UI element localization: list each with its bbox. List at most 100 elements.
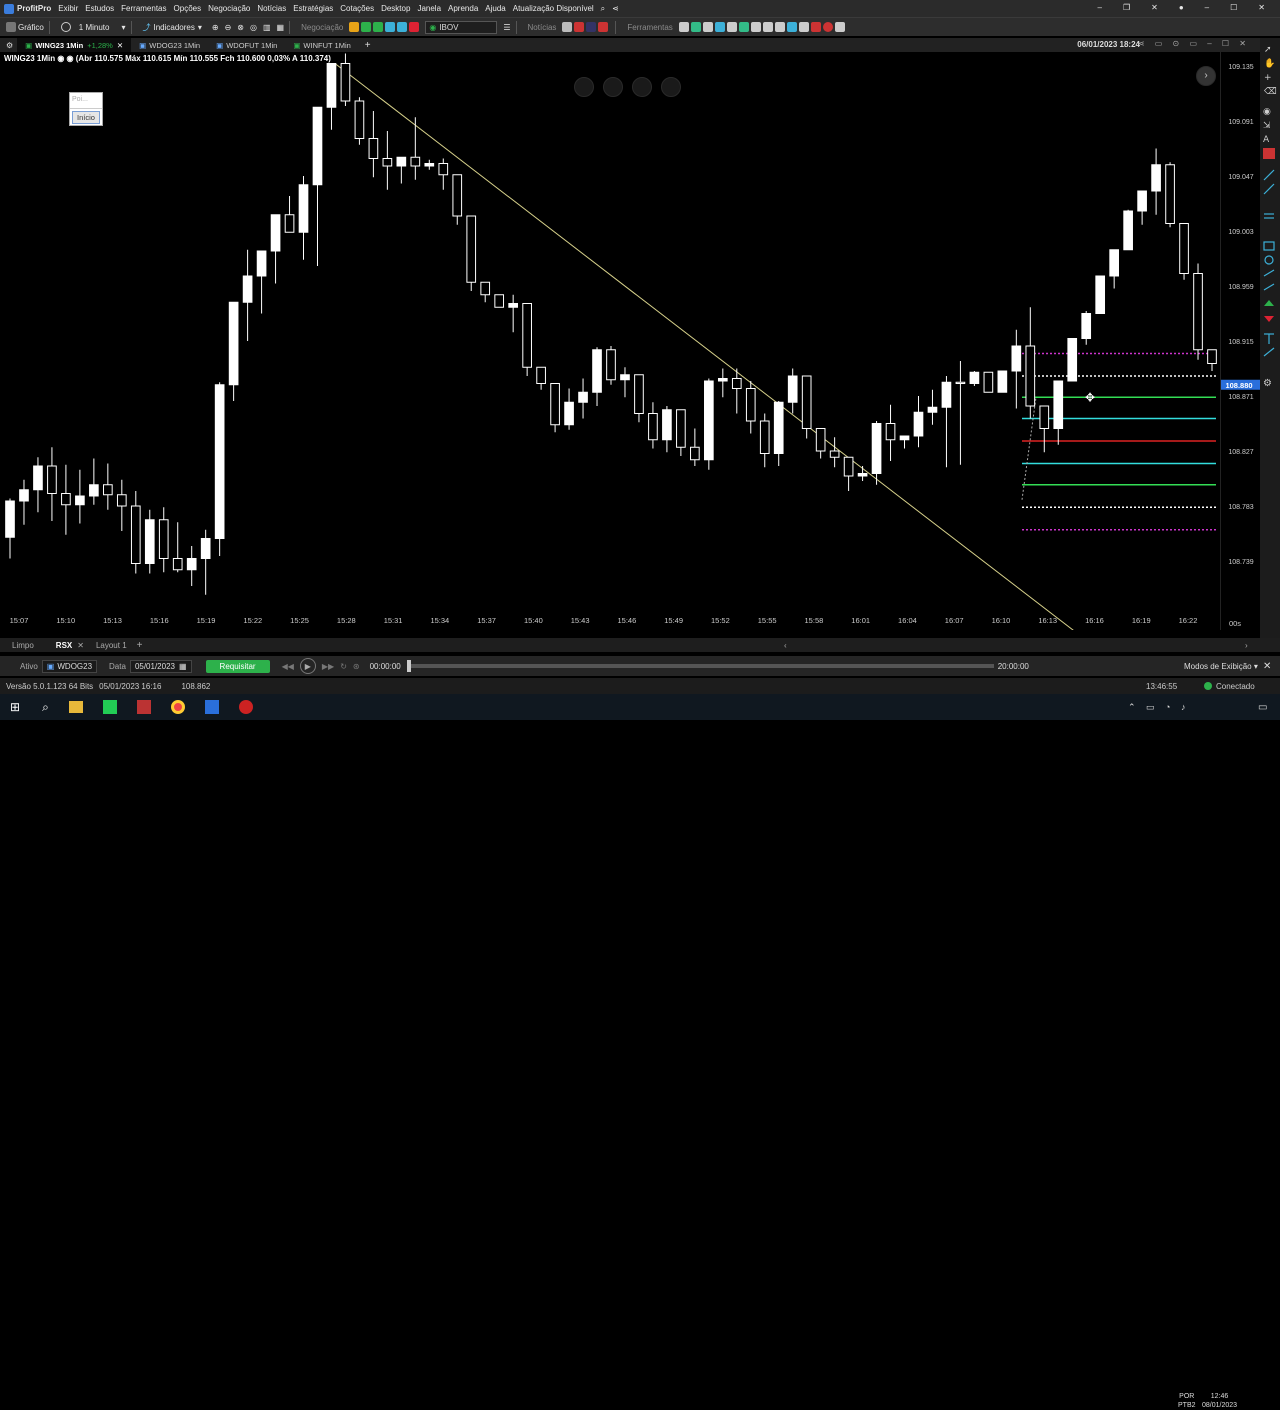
ativo-select[interactable]: ◉ IBOV bbox=[425, 20, 498, 34]
menu-item-noticias[interactable]: Notícias bbox=[257, 4, 286, 13]
notification-icon[interactable]: ▭ bbox=[1258, 702, 1267, 713]
speed-icon[interactable]: ⊛ bbox=[353, 662, 360, 671]
y-tick-label: 109.135 bbox=[1228, 64, 1253, 71]
menu-item-ferramentas[interactable]: Ferramentas bbox=[121, 4, 166, 13]
price-scale[interactable]: 109.135 109.091 109.047 109.003 108.959 108.9… bbox=[1218, 52, 1260, 630]
drawing-tools-icons[interactable]: ➚ ✋ + ⌫ ◉ ⇲ A ⚙ bbox=[1260, 38, 1280, 638]
tray-icons[interactable]: ⌃ ▭ ◔ ♪ bbox=[1128, 702, 1189, 713]
layout-icon[interactable]: ▦ bbox=[277, 23, 285, 32]
inicio-button[interactable]: Início bbox=[72, 111, 100, 124]
menu-item-negociacao[interactable]: Negociação bbox=[208, 4, 250, 13]
minimize-icon[interactable]: – bbox=[1098, 3, 1102, 12]
close-icon[interactable]: ✕ bbox=[117, 41, 123, 50]
period-selector[interactable]: 1 Minuto ▾ bbox=[60, 22, 126, 32]
tab-wdofut[interactable]: ▣ WDOFUT 1Min bbox=[208, 38, 285, 52]
noticias-label[interactable]: Notícias bbox=[528, 23, 557, 32]
close-icon[interactable]: ✕ bbox=[77, 641, 84, 650]
jump-input[interactable]: Poi... bbox=[70, 93, 102, 109]
maximize-app-icon[interactable]: ☐ bbox=[1230, 3, 1237, 12]
menu-item-ajuda[interactable]: Ajuda bbox=[485, 4, 505, 13]
scroll-left-icon[interactable]: ‹ bbox=[784, 641, 787, 650]
ferramentas-label[interactable]: Ferramentas bbox=[627, 23, 672, 32]
candle-body bbox=[33, 465, 43, 491]
slider-handle[interactable] bbox=[406, 660, 411, 672]
candle-body bbox=[941, 381, 952, 408]
layout-tab-layout1[interactable]: Layout 1 bbox=[96, 641, 127, 650]
close-app-icon[interactable]: ✕ bbox=[1258, 3, 1265, 12]
tab-winfut[interactable]: ▣ WINFUT 1Min bbox=[285, 38, 358, 52]
prev-nav-dot[interactable] bbox=[574, 77, 594, 97]
list-icon[interactable]: ☰ bbox=[503, 23, 510, 32]
menu-item-cotacoes[interactable]: Cotações bbox=[340, 4, 374, 13]
file-explorer-icon[interactable] bbox=[68, 701, 83, 713]
settings-icon[interactable]: ⚙ bbox=[6, 41, 13, 50]
window-buttons[interactable]: ⋖ ▭ ⊙ ▭ – ☐ ✕ bbox=[1138, 39, 1250, 48]
app-icon-1[interactable] bbox=[102, 700, 117, 714]
close-icon[interactable]: ✕ bbox=[1151, 3, 1158, 12]
search-icon[interactable]: ⌕ bbox=[601, 4, 605, 14]
tab-wdog23[interactable]: ▣ WDOG23 1Min bbox=[131, 38, 208, 52]
rewind-icon[interactable]: ◀◀ bbox=[282, 662, 294, 671]
negociacao-label[interactable]: Negociação bbox=[301, 23, 343, 32]
app-icon-3[interactable] bbox=[238, 700, 253, 714]
add-tab-icon[interactable]: + bbox=[365, 40, 371, 51]
layout-label: PTB2 bbox=[1178, 1402, 1196, 1409]
candle-body bbox=[1207, 349, 1217, 364]
clock-area[interactable]: 12:46 08/01/2023 bbox=[1202, 1392, 1237, 1410]
forward-icon[interactable]: ▶▶ bbox=[322, 662, 334, 671]
x-tick-label: 15:31 bbox=[384, 616, 403, 625]
zoom-out-icon[interactable]: ⊖ bbox=[225, 23, 232, 32]
menu-item-janela[interactable]: Janela bbox=[417, 4, 441, 13]
next-nav-dot[interactable] bbox=[661, 77, 681, 97]
indicadores-button[interactable]: ⤴ Indicadores ▾ bbox=[143, 22, 202, 33]
zoom-in-icon[interactable]: ⊕ bbox=[212, 23, 219, 32]
replay-slider[interactable] bbox=[406, 660, 994, 672]
menu-item-estudos[interactable]: Estudos bbox=[85, 4, 114, 13]
menu-item-atualizacao[interactable]: Atualização Disponível bbox=[513, 4, 594, 13]
add-layout-icon[interactable]: + bbox=[137, 640, 143, 651]
layout-tab-limpo[interactable]: Limpo bbox=[12, 641, 34, 650]
menu-item-exibir[interactable]: Exibir bbox=[58, 4, 78, 13]
news-icons[interactable] bbox=[562, 22, 610, 32]
chrome-icon[interactable] bbox=[170, 700, 185, 714]
play-icon[interactable]: ▶ bbox=[299, 658, 316, 674]
plus-nav-dot[interactable] bbox=[632, 77, 652, 97]
replay-bar: Ativo ▣ WDOG23 Data 05/01/2023 ▦ Requisita… bbox=[0, 656, 1280, 676]
share-icon[interactable]: ⋖ bbox=[612, 4, 619, 13]
scroll-right-icon[interactable]: › bbox=[1245, 641, 1248, 650]
minimize-app-icon[interactable]: – bbox=[1205, 3, 1209, 12]
layout-tab-rsx[interactable]: RSX bbox=[56, 641, 72, 650]
crosshair-icon[interactable]: ◎ bbox=[250, 23, 257, 32]
user-avatar[interactable]: ● bbox=[1179, 3, 1184, 12]
x-tick-label: 15:37 bbox=[477, 616, 496, 625]
zoom-fit-icon[interactable]: ⊗ bbox=[237, 23, 244, 32]
candle-type-icon[interactable]: ▥ bbox=[263, 23, 271, 32]
tab-wing23[interactable]: ▣ WING23 1Min +1,28% ✕ bbox=[17, 38, 132, 52]
chart-area[interactable]: ✥ 15:07 15:10 15:13 15:16 15:19 15:22 15:25 15:2… bbox=[0, 52, 1220, 673]
candle-body bbox=[116, 494, 127, 507]
app-icon-2[interactable] bbox=[136, 700, 151, 714]
menu-item-desktop[interactable]: Desktop bbox=[381, 4, 410, 13]
close-replay-icon[interactable]: ✕ bbox=[1263, 661, 1271, 672]
restore-icon[interactable]: ❐ bbox=[1123, 3, 1130, 12]
grafico-button[interactable]: Gráfico bbox=[6, 22, 44, 32]
ativo-field[interactable]: ▣ WDOG23 bbox=[41, 659, 98, 673]
price-scale-svg: 109.135 109.091 109.047 109.003 108.959 108.9… bbox=[1218, 64, 1260, 628]
menu-item-aprenda[interactable]: Aprenda bbox=[448, 4, 478, 13]
tools-icons[interactable] bbox=[678, 22, 847, 32]
candlestick-chart[interactable]: ✥ 15:07 15:10 15:13 15:16 15:19 15:22 15:25 15:2… bbox=[0, 52, 1220, 673]
taskbar-search-icon[interactable]: ⌕ bbox=[42, 700, 49, 715]
requisitar-button[interactable]: Requisitar bbox=[205, 659, 270, 673]
restart-icon[interactable]: ↻ bbox=[340, 662, 347, 671]
boleta-icon[interactable] bbox=[349, 22, 421, 32]
minus-nav-dot[interactable] bbox=[603, 77, 623, 97]
windows-start-icon[interactable]: ⊞ bbox=[10, 700, 20, 714]
lang-indicator[interactable]: POR PTB2 bbox=[1178, 1392, 1196, 1410]
svg-text:⌫: ⌫ bbox=[1263, 87, 1277, 97]
profit-taskbar-icon[interactable] bbox=[204, 700, 219, 714]
modos-exibicao[interactable]: Modos de Exibição ▾ bbox=[1184, 662, 1258, 671]
menu-item-opcoes[interactable]: Opções bbox=[174, 4, 202, 13]
date-field[interactable]: 05/01/2023 ▦ bbox=[129, 659, 192, 673]
menu-item-estrategias[interactable]: Estratégias bbox=[293, 4, 333, 13]
scroll-right-button[interactable]: › bbox=[1196, 66, 1216, 86]
